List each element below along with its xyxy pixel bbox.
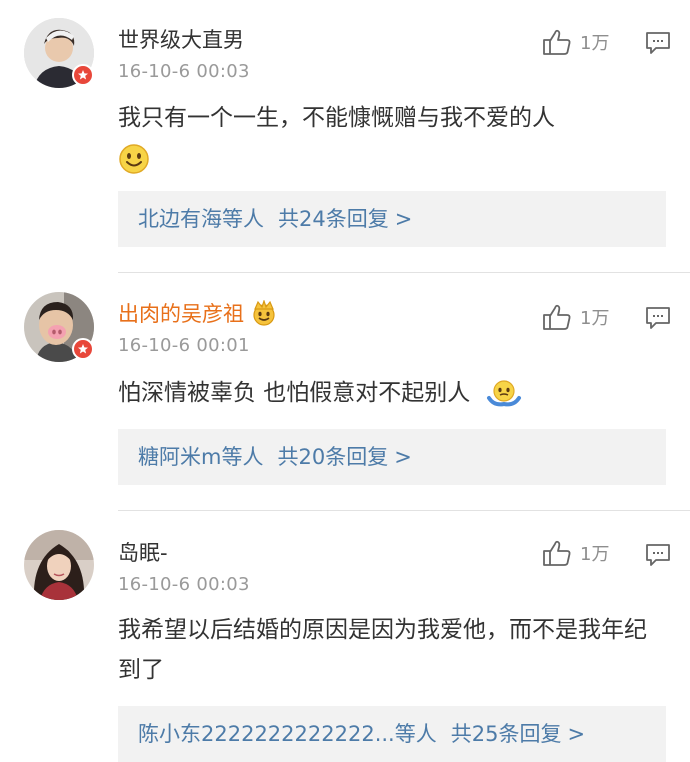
replies-link[interactable]: 糖阿米m等人 共20条回复 > [118,429,666,485]
comment-text: 怕深情被辜负 也怕假意对不起别人 [118,380,471,406]
reply-users: 北边有海等人 [138,207,264,231]
replies-link[interactable]: 北边有海等人 共24条回复 > [118,191,666,247]
verified-badge-icon [72,338,94,360]
timestamp: 16-10-6 00:03 [118,574,250,595]
like-count: 1万 [580,544,610,565]
reply-users: 陈小东2222222222222...等人 [138,722,437,746]
chevron-right-icon: > [567,722,586,746]
divider [118,272,690,273]
comment-reply-icon[interactable] [645,306,671,330]
username[interactable]: 岛眠- [118,537,168,567]
like-button[interactable]: 1万 [542,302,609,332]
divider [118,510,690,511]
smiley-face-icon [119,143,149,174]
like-button[interactable]: 1万 [542,27,609,57]
username-text: 出肉的吴彦祖 [118,302,244,326]
avatar-image [24,530,94,600]
thumbs-up-icon [543,304,571,330]
shrug-face-icon [486,379,521,406]
username[interactable]: 出肉的吴彦祖 [118,298,278,328]
like-count: 1万 [580,308,610,329]
timestamp: 16-10-6 00:01 [118,335,250,356]
avatar[interactable] [24,292,94,362]
thumbs-up-icon [543,540,571,566]
comment-text: 我希望以后结婚的原因是因为我爱他，而不是我年纪到了 [118,617,647,683]
timestamp: 16-10-6 00:03 [118,61,250,82]
comment-text-block: 我只有一个一生，不能慷慨赠与我不爱的人 [118,98,663,178]
chevron-right-icon: > [394,207,413,231]
avatar[interactable] [24,18,94,88]
replies-link[interactable]: 陈小东2222222222222...等人 共25条回复 > [118,706,666,762]
reply-users: 糖阿米m等人 [138,445,264,469]
reply-count: 共20条回复 [277,445,389,469]
avatar[interactable] [24,530,94,600]
comment-text-block: 怕深情被辜负 也怕假意对不起别人 [118,373,663,413]
comment-text: 我只有一个一生，不能慷慨赠与我不爱的人 [118,105,555,131]
verified-badge-icon [72,64,94,86]
reply-count: 共25条回复 [450,722,562,746]
vip-crown-face-icon [253,300,275,326]
like-button[interactable]: 1万 [542,538,609,568]
chevron-right-icon: > [394,445,412,469]
username[interactable]: 世界级大直男 [118,24,244,54]
comment-reply-icon[interactable] [645,543,671,567]
thumbs-up-icon [543,29,571,55]
like-count: 1万 [580,33,610,54]
reply-count: 共24条回复 [278,207,389,231]
comment-reply-icon[interactable] [645,31,671,55]
